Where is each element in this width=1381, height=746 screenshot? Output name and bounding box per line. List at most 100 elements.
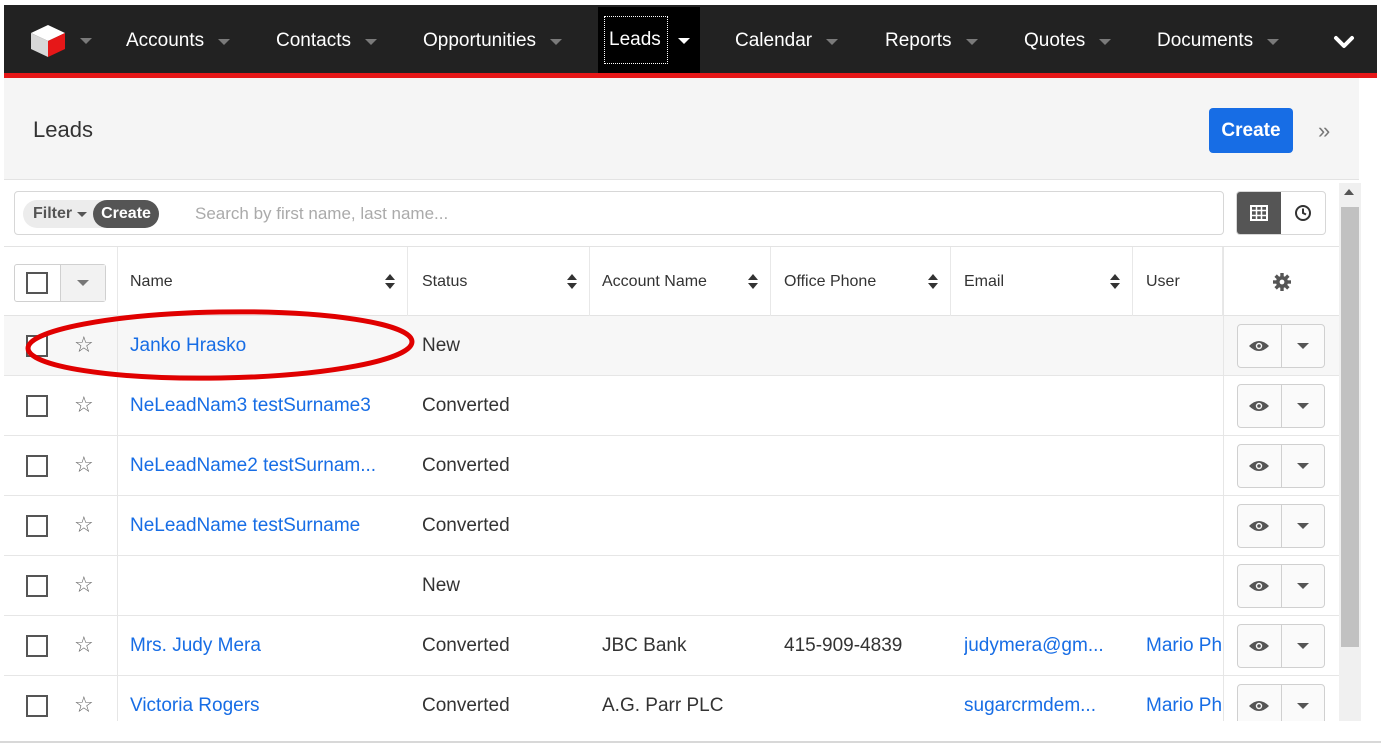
table-row[interactable]: ☆ Victoria Rogers Converted A.G. Parr PL… xyxy=(4,676,1339,721)
filter-create-button[interactable]: Create xyxy=(93,200,159,228)
lead-email[interactable] xyxy=(964,376,1129,435)
star-icon[interactable]: ☆ xyxy=(74,632,94,658)
more-modules-button[interactable] xyxy=(1333,31,1355,53)
star-icon[interactable]: ☆ xyxy=(74,332,94,358)
list-view-button[interactable] xyxy=(1237,192,1281,234)
star-icon[interactable]: ☆ xyxy=(74,452,94,478)
column-header-status[interactable]: Status xyxy=(408,247,590,317)
nav-item-reports[interactable]: Reports xyxy=(885,23,978,59)
vertical-scrollbar[interactable] xyxy=(1339,183,1361,721)
column-header-name[interactable]: Name xyxy=(118,247,408,317)
column-header-office-phone[interactable]: Office Phone xyxy=(771,247,951,317)
scrollbar-thumb[interactable] xyxy=(1341,207,1359,647)
lead-email[interactable]: sugarcrmdem... xyxy=(964,676,1129,721)
lead-name-link[interactable]: NeLeadName2 testSurnam... xyxy=(130,436,400,495)
lead-name-link[interactable] xyxy=(130,556,400,615)
preview-button[interactable] xyxy=(1238,445,1281,487)
lead-office-phone[interactable] xyxy=(784,556,949,615)
table-row[interactable]: ☆ NeLeadName testSurname Converted xyxy=(4,496,1339,556)
column-header-email[interactable]: Email xyxy=(951,247,1133,317)
lead-name-link[interactable]: Victoria Rogers xyxy=(130,676,400,721)
preview-button[interactable] xyxy=(1238,565,1281,607)
row-actions-dropdown[interactable] xyxy=(1280,385,1324,427)
lead-account-name[interactable] xyxy=(602,376,767,435)
double-chevron-right-icon[interactable]: » xyxy=(1318,118,1330,144)
row-checkbox[interactable] xyxy=(26,515,48,537)
lead-name-link[interactable]: Mrs. Judy Mera xyxy=(130,616,400,675)
nav-item-quotes[interactable]: Quotes xyxy=(1024,23,1112,59)
lead-account-name[interactable]: A.G. Parr PLC xyxy=(602,676,767,721)
mass-select-control[interactable] xyxy=(14,264,106,302)
lead-account-name[interactable]: JBC Bank xyxy=(602,616,767,675)
lead-account-name[interactable] xyxy=(602,316,767,375)
star-icon[interactable]: ☆ xyxy=(74,392,94,418)
column-header-account-name[interactable]: Account Name xyxy=(590,247,771,317)
lead-name-link[interactable]: NeLeadName testSurname xyxy=(130,496,400,555)
row-checkbox[interactable] xyxy=(26,335,48,357)
lead-email[interactable] xyxy=(964,556,1129,615)
lead-email[interactable]: judymera@gm... xyxy=(964,616,1129,675)
lead-office-phone[interactable] xyxy=(784,376,949,435)
row-checkbox[interactable] xyxy=(26,635,48,657)
select-all-checkbox[interactable] xyxy=(26,272,49,294)
table-row[interactable]: ☆ New xyxy=(4,556,1339,616)
table-row[interactable]: ☆ NeLeadNam3 testSurname3 Converted xyxy=(4,376,1339,436)
row-actions-dropdown[interactable] xyxy=(1280,505,1324,547)
lead-user[interactable] xyxy=(1146,316,1223,375)
lead-user[interactable] xyxy=(1146,436,1223,495)
lead-office-phone[interactable] xyxy=(784,316,949,375)
filter-dropdown[interactable]: Filter xyxy=(23,205,93,223)
lead-user[interactable]: Mario Ph xyxy=(1146,676,1223,721)
table-row[interactable]: ☆ Mrs. Judy Mera Converted JBC Bank 415-… xyxy=(4,616,1339,676)
star-icon[interactable]: ☆ xyxy=(74,512,94,538)
lead-office-phone[interactable] xyxy=(784,436,949,495)
logo-menu[interactable] xyxy=(28,21,98,61)
row-actions-dropdown[interactable] xyxy=(1280,445,1324,487)
lead-account-name[interactable] xyxy=(602,496,767,555)
column-header-user[interactable]: User xyxy=(1133,247,1223,317)
lead-name-link[interactable]: Janko Hrasko xyxy=(130,316,400,375)
lead-user[interactable] xyxy=(1146,556,1223,615)
preview-button[interactable] xyxy=(1238,625,1281,667)
preview-button[interactable] xyxy=(1238,685,1281,721)
preview-button[interactable] xyxy=(1238,385,1281,427)
lead-name-link[interactable]: NeLeadNam3 testSurname3 xyxy=(130,376,400,435)
row-checkbox[interactable] xyxy=(26,575,48,597)
lead-user[interactable] xyxy=(1146,376,1223,435)
nav-item-calendar[interactable]: Calendar xyxy=(735,23,839,59)
search-input[interactable] xyxy=(195,202,795,226)
row-actions-dropdown[interactable] xyxy=(1280,565,1324,607)
lead-account-name[interactable] xyxy=(602,436,767,495)
row-actions-dropdown[interactable] xyxy=(1280,625,1324,667)
lead-office-phone[interactable]: 415-909-4839 xyxy=(784,616,949,675)
star-icon[interactable]: ☆ xyxy=(74,692,94,718)
caret-down-icon[interactable] xyxy=(76,280,89,286)
nav-item-accounts[interactable]: Accounts xyxy=(126,23,231,59)
nav-item-contacts[interactable]: Contacts xyxy=(276,23,377,59)
lead-user[interactable] xyxy=(1146,496,1223,555)
lead-office-phone[interactable] xyxy=(784,496,949,555)
lead-email[interactable] xyxy=(964,316,1129,375)
preview-button[interactable] xyxy=(1238,325,1281,367)
star-icon[interactable]: ☆ xyxy=(74,572,94,598)
lead-account-name[interactable] xyxy=(602,556,767,615)
lead-office-phone[interactable] xyxy=(784,676,949,721)
preview-button[interactable] xyxy=(1238,505,1281,547)
table-row[interactable]: ☆ Janko Hrasko New xyxy=(4,316,1339,376)
nav-item-opportunities[interactable]: Opportunities xyxy=(423,23,563,59)
row-actions-dropdown[interactable] xyxy=(1280,325,1324,367)
lead-email[interactable] xyxy=(964,436,1129,495)
create-button[interactable]: Create xyxy=(1209,108,1293,153)
column-settings[interactable] xyxy=(1223,247,1339,317)
row-checkbox[interactable] xyxy=(26,395,48,417)
row-actions-dropdown[interactable] xyxy=(1280,685,1324,721)
row-checkbox[interactable] xyxy=(26,695,48,717)
lead-email[interactable] xyxy=(964,496,1129,555)
scroll-up-icon[interactable] xyxy=(1344,189,1354,195)
nav-item-leads[interactable]: Leads xyxy=(598,7,700,73)
lead-user[interactable]: Mario Ph xyxy=(1146,616,1223,675)
table-row[interactable]: ☆ NeLeadName2 testSurnam... Converted xyxy=(4,436,1339,496)
row-checkbox[interactable] xyxy=(26,455,48,477)
nav-item-documents[interactable]: Documents xyxy=(1157,23,1280,59)
activity-view-button[interactable] xyxy=(1281,192,1325,234)
